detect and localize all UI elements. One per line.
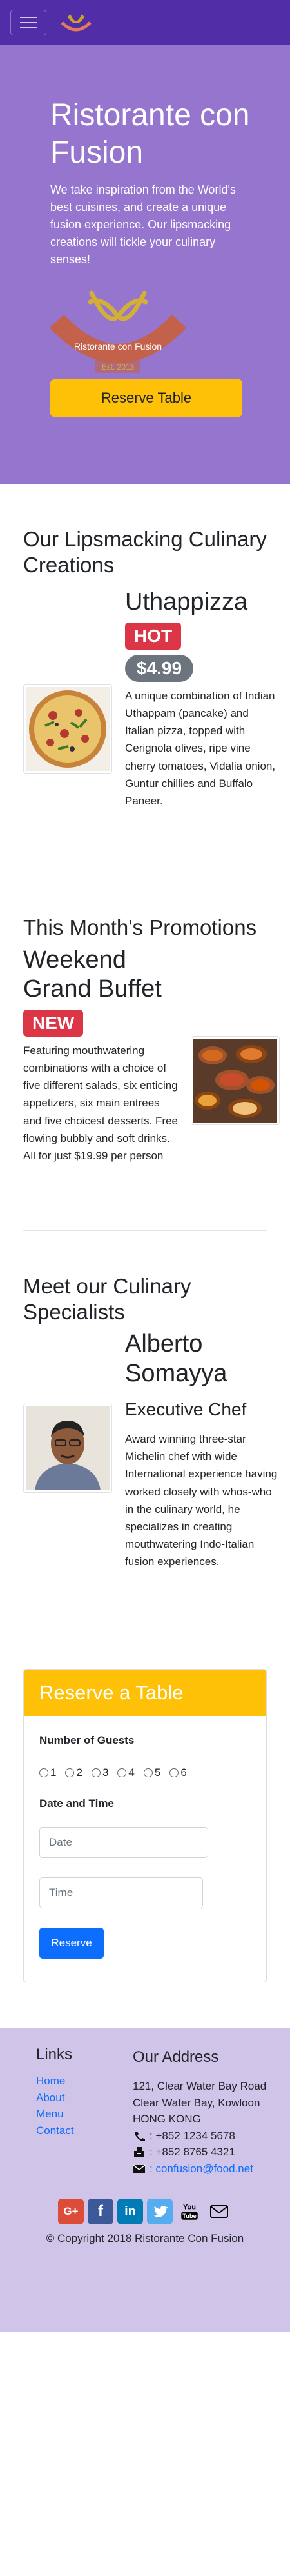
navbar bbox=[0, 0, 290, 45]
phone-number: : +852 1234 5678 bbox=[150, 2129, 235, 2142]
guest-radio-6[interactable]: 6 bbox=[169, 1766, 187, 1779]
promotion-section-title: This Month's Promotions bbox=[23, 915, 257, 940]
youtube-icon[interactable]: You Tube bbox=[177, 2199, 202, 2224]
dish-description: A unique combination of Indian Uthappam … bbox=[125, 689, 276, 807]
new-badge: NEW bbox=[23, 1009, 84, 1037]
copyright-text: © Copyright 2018 Ristorante Con Fusion bbox=[46, 2232, 244, 2245]
phone-icon bbox=[135, 2131, 145, 2141]
dish-section: Our Lipsmacking Culinary Creations Uthap… bbox=[0, 484, 290, 810]
svg-text:Tube: Tube bbox=[182, 2213, 197, 2220]
dish-media: Uthappizza HOT $4.99 A unique combinatio… bbox=[23, 588, 280, 810]
svg-text:You: You bbox=[183, 2204, 196, 2212]
reserve-table-button[interactable]: Reserve Table bbox=[50, 379, 242, 417]
reservation-form: Number of Guests 1 2 3 4 5 6 Date and Ti… bbox=[24, 1716, 266, 1982]
promotion-image bbox=[191, 1035, 280, 1125]
guest-radio-2[interactable]: 2 bbox=[65, 1766, 82, 1779]
leader-name: Alberto Somayya bbox=[125, 1330, 227, 1387]
leader-media: Alberto Somayya Executive Chef Award win… bbox=[23, 1330, 280, 1570]
address-line: Clear Water Bay, Kowloon bbox=[133, 2096, 260, 2109]
reservation-title: Reserve a Table bbox=[39, 1681, 184, 1704]
restaurant-logo[interactable] bbox=[58, 10, 94, 35]
address-line: 121, Clear Water Bay Road bbox=[133, 2080, 267, 2093]
hero-logo-text: Ristorante con Fusion bbox=[74, 341, 162, 352]
footer-address-title: Our Address bbox=[133, 2048, 219, 2066]
reservation-card-header: Reserve a Table bbox=[24, 1670, 266, 1717]
mail-icon[interactable] bbox=[206, 2199, 232, 2224]
leader-description: Award winning three-star Michelin chef w… bbox=[125, 1432, 278, 1568]
leader-section: Meet our Culinary Specialists Alberto So… bbox=[0, 1231, 290, 1570]
fax-icon bbox=[134, 2147, 144, 2157]
guest-radio-group: 1 2 3 4 5 6 bbox=[39, 1766, 251, 1779]
guest-radio-1[interactable]: 1 bbox=[39, 1766, 56, 1779]
promotion-media: Weekend Grand Buffet NEW Featuring mouth… bbox=[23, 946, 280, 1165]
guest-radio-4[interactable]: 4 bbox=[117, 1766, 135, 1779]
date-input[interactable]: Date bbox=[39, 1827, 208, 1859]
hero-title: Ristorante con Fusion bbox=[50, 98, 250, 170]
social-links: G+ f in You Tube bbox=[13, 2199, 277, 2225]
guest-radio-3[interactable]: 3 bbox=[91, 1766, 108, 1779]
dish-name: Uthappizza bbox=[125, 588, 248, 616]
footer-link-home[interactable]: Home bbox=[36, 2073, 133, 2090]
twitter-icon[interactable] bbox=[147, 2199, 173, 2225]
linkedin-icon[interactable]: in bbox=[117, 2199, 143, 2225]
promotion-description: Featuring mouthwatering combinations wit… bbox=[23, 1044, 179, 1162]
hero-jumbotron: Ristorante con Fusion We take inspiratio… bbox=[0, 45, 290, 484]
footer-address: Our Address 121, Clear Water Bay Road Cl… bbox=[133, 2046, 266, 2177]
footer-link-contact[interactable]: Contact bbox=[36, 2122, 133, 2139]
dish-image bbox=[23, 684, 112, 774]
datetime-label: Date and Time bbox=[39, 1797, 114, 1810]
hero-logo: Ristorante con Fusion Est. 2013 bbox=[50, 290, 186, 374]
guest-radio-5[interactable]: 5 bbox=[143, 1766, 160, 1779]
envelope-icon bbox=[133, 2164, 146, 2173]
footer-links: Links Home About Menu Contact bbox=[36, 2046, 133, 2177]
hot-badge: HOT bbox=[125, 622, 182, 650]
leader-designation: Executive Chef bbox=[125, 1399, 247, 1419]
footer: Links Home About Menu Contact Our Addres… bbox=[0, 2028, 290, 2333]
chef-photo bbox=[23, 1404, 112, 1493]
footer-links-title: Links bbox=[36, 2046, 73, 2064]
footer-link-menu[interactable]: Menu bbox=[36, 2106, 133, 2122]
hero-logo-year: Est. 2013 bbox=[102, 363, 135, 372]
hero-description: We take inspiration from the World's bes… bbox=[50, 183, 236, 266]
hamburger-icon bbox=[20, 17, 37, 18]
dish-section-title: Our Lipsmacking Culinary Creations bbox=[23, 527, 267, 577]
reserve-submit-button[interactable]: Reserve bbox=[39, 1928, 104, 1959]
email-link[interactable]: : confusion@food.net bbox=[150, 2161, 253, 2177]
leader-section-title: Meet our Culinary Specialists bbox=[23, 1274, 191, 1324]
promotion-name: Weekend Grand Buffet bbox=[23, 946, 162, 1003]
address-line: HONG KONG bbox=[133, 2113, 201, 2126]
fax-number: : +852 8765 4321 bbox=[150, 2146, 235, 2159]
facebook-icon[interactable]: f bbox=[88, 2199, 113, 2225]
price-badge: $4.99 bbox=[125, 654, 194, 682]
footer-link-about[interactable]: About bbox=[36, 2090, 133, 2106]
guests-label: Number of Guests bbox=[39, 1734, 135, 1747]
reservation-card: Reserve a Table Number of Guests 1 2 3 4… bbox=[23, 1669, 267, 1983]
time-input[interactable]: Time bbox=[39, 1877, 203, 1909]
promotion-section: This Month's Promotions Weekend Grand Bu… bbox=[0, 872, 290, 1164]
google-plus-icon[interactable]: G+ bbox=[58, 2199, 84, 2225]
navbar-toggler-button[interactable] bbox=[10, 10, 46, 35]
